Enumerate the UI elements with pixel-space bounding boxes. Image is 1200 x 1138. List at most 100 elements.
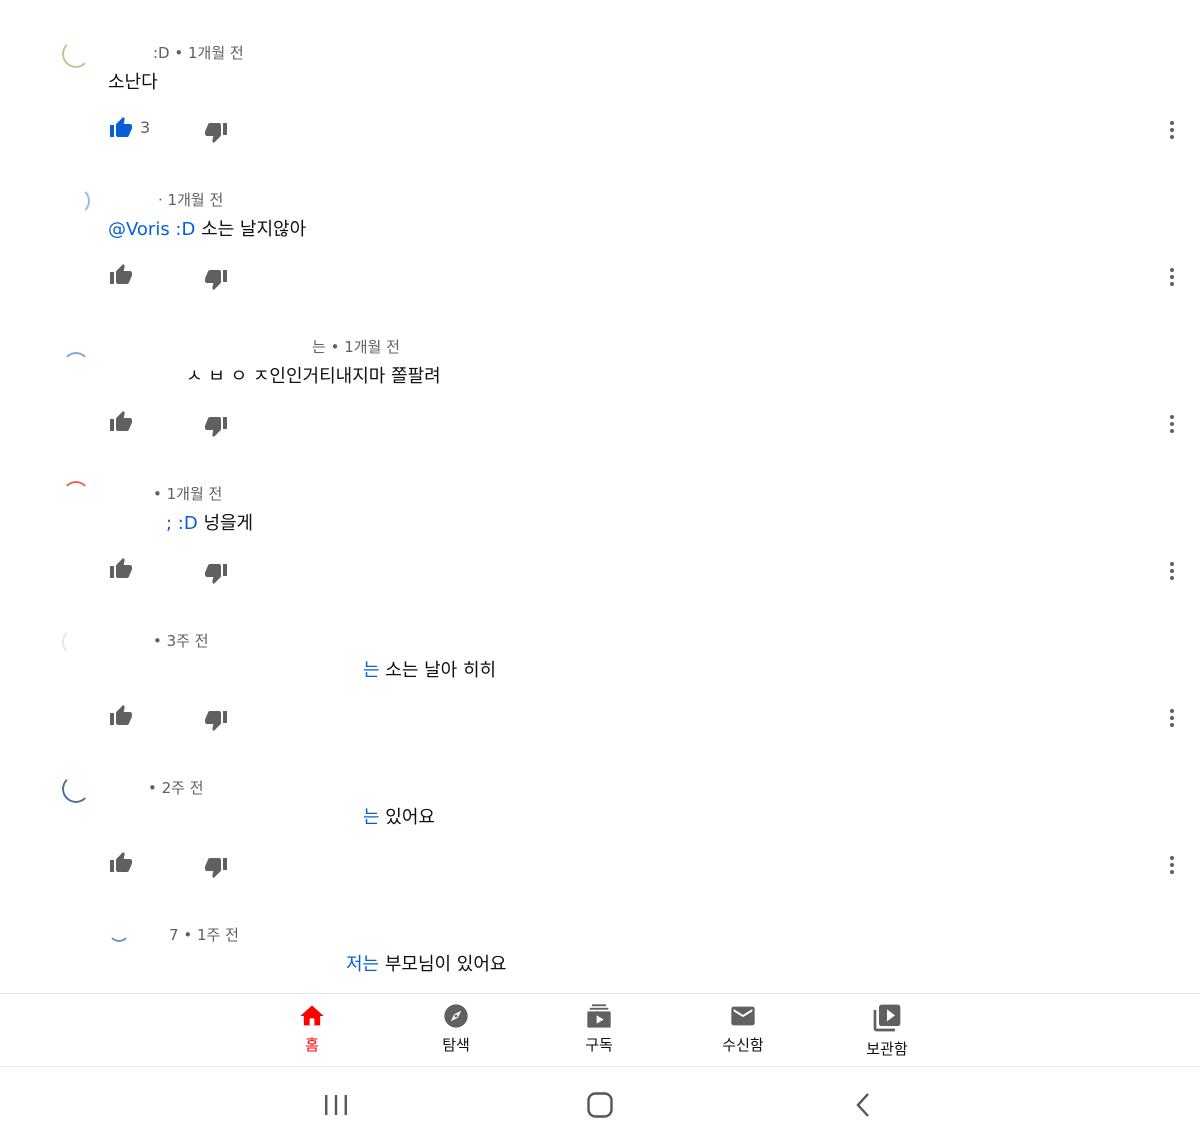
comment-time: 1개월 전 [344, 338, 400, 356]
comment-actions [108, 704, 268, 731]
back-button[interactable] [844, 1091, 884, 1119]
more-options-button[interactable] [1162, 118, 1182, 142]
nav-home[interactable]: 홈 [272, 1002, 352, 1062]
thumbs-down-icon [205, 711, 227, 731]
comment-mention[interactable]: @Voris :D [108, 219, 195, 240]
avatar[interactable] [62, 775, 90, 803]
dot [1170, 856, 1174, 860]
nav-explore[interactable]: 탐색 [416, 1002, 496, 1062]
like-button[interactable] [108, 851, 134, 877]
thumbs-up-icon [110, 558, 132, 578]
comment-time: 1개월 전 [188, 44, 244, 62]
comment-mention[interactable]: 는 [363, 660, 380, 681]
thumbs-down-icon [205, 858, 227, 878]
home-button[interactable] [580, 1091, 620, 1119]
comment-item: • 3주 전 는 소는 날아 히히 [0, 596, 1200, 743]
comment-text: 는 소는 날아 히히 [363, 656, 496, 682]
meta-dot: • [148, 779, 162, 797]
comment-time: 1개월 전 [167, 191, 224, 209]
dot [1170, 121, 1174, 125]
comment-actions [108, 410, 268, 437]
dot [1170, 863, 1174, 867]
avatar[interactable] [108, 920, 130, 942]
avatar[interactable] [62, 187, 90, 215]
subscriptions-icon [587, 1004, 611, 1028]
avatar[interactable] [62, 352, 90, 380]
nav-library[interactable]: 보관함 [847, 1002, 927, 1062]
dot [1170, 576, 1174, 580]
avatar[interactable] [62, 628, 90, 656]
more-options-button[interactable] [1162, 412, 1182, 436]
meta-dot: • [153, 632, 167, 650]
more-options-button[interactable] [1162, 559, 1182, 583]
comment-item: 7 • 1주 전 저는 부모님이 있어요 [0, 890, 1200, 993]
nav-subscriptions[interactable]: 구독 [559, 1002, 639, 1062]
dislike-button[interactable] [204, 120, 230, 146]
recent-apps-icon [325, 1095, 347, 1115]
comment-body: 소는 날지않아 [195, 219, 307, 240]
thumbs-up-icon [110, 852, 132, 872]
like-button[interactable] [108, 410, 134, 436]
comment-author[interactable]: 는 [312, 338, 326, 356]
thumbs-down-icon [205, 123, 227, 143]
more-options-button[interactable] [1162, 706, 1182, 730]
dot [1170, 870, 1174, 874]
like-button[interactable] [108, 704, 134, 730]
comment-text: 소난다 [108, 68, 158, 94]
comment-mention[interactable]: 는 [363, 807, 380, 828]
dot [1170, 569, 1174, 573]
comment-mention[interactable]: 저는 [346, 954, 379, 975]
dislike-button[interactable] [204, 414, 230, 440]
inbox-icon [731, 1006, 755, 1026]
comment-feed[interactable]: :D • 1개월 전 소난다 3 · 1개월 전 @Voris:D 소는 날지… [0, 0, 1200, 993]
avatar[interactable] [62, 40, 90, 68]
dislike-button[interactable] [204, 708, 230, 734]
like-count: 3 [140, 118, 151, 137]
dislike-button[interactable] [204, 561, 230, 587]
more-options-button[interactable] [1162, 853, 1182, 877]
like-button[interactable] [108, 557, 134, 583]
nav-label: 탐색 [442, 1036, 470, 1054]
comment-meta: 7 • 1주 전 [169, 924, 239, 945]
like-button[interactable] [108, 263, 134, 289]
more-options-button[interactable] [1162, 265, 1182, 289]
avatar[interactable] [62, 481, 90, 509]
dislike-button[interactable] [204, 855, 230, 881]
comment-body: ㅅ ㅂ ㅇ ㅈ인인거티내지마 쫄팔려 [186, 366, 441, 387]
comment-body: 넝을게 [197, 513, 254, 534]
thumbs-up-icon [110, 117, 132, 137]
dot [1170, 135, 1174, 139]
comment-author[interactable]: :D [153, 44, 170, 62]
comment-author[interactable]: 7 [169, 926, 179, 944]
like-button[interactable] [108, 116, 134, 142]
nav-label: 수신함 [722, 1036, 764, 1054]
thumbs-up-icon [110, 264, 132, 284]
comment-text: ㅅ ㅂ ㅇ ㅈ인인거티내지마 쫄팔려 [186, 362, 441, 388]
nav-inbox[interactable]: 수신함 [703, 1002, 783, 1062]
meta-dot: • [183, 926, 197, 944]
dot [1170, 429, 1174, 433]
comment-meta: • 2주 전 [148, 777, 204, 798]
thumbs-down-icon [205, 270, 227, 290]
comment-item: · 1개월 전 @Voris :D 소는 날지않아 [0, 155, 1200, 302]
recent-apps-button[interactable] [316, 1091, 356, 1119]
comment-meta: 는 • 1개월 전 [312, 336, 400, 357]
thumbs-up-icon [110, 705, 132, 725]
comment-actions: 3 [108, 116, 268, 143]
comment-meta: · 1개월 전 [108, 189, 223, 210]
comment-time: 1개월 전 [166, 485, 223, 503]
home-icon [300, 1005, 324, 1026]
comment-item: :D • 1개월 전 소난다 3 [0, 8, 1200, 155]
dot [1170, 723, 1174, 727]
meta-dot: • [330, 338, 345, 356]
comment-mention[interactable]: ; :D [166, 513, 198, 534]
dot [1170, 415, 1174, 419]
dot [1170, 562, 1174, 566]
dislike-button[interactable] [204, 267, 230, 293]
nav-label: 홈 [305, 1036, 319, 1054]
dot [1170, 716, 1174, 720]
comment-actions [108, 557, 268, 584]
meta-dot: • [153, 485, 167, 503]
dot [1170, 275, 1174, 279]
comment-text: 저는 부모님이 있어요 [346, 950, 507, 976]
